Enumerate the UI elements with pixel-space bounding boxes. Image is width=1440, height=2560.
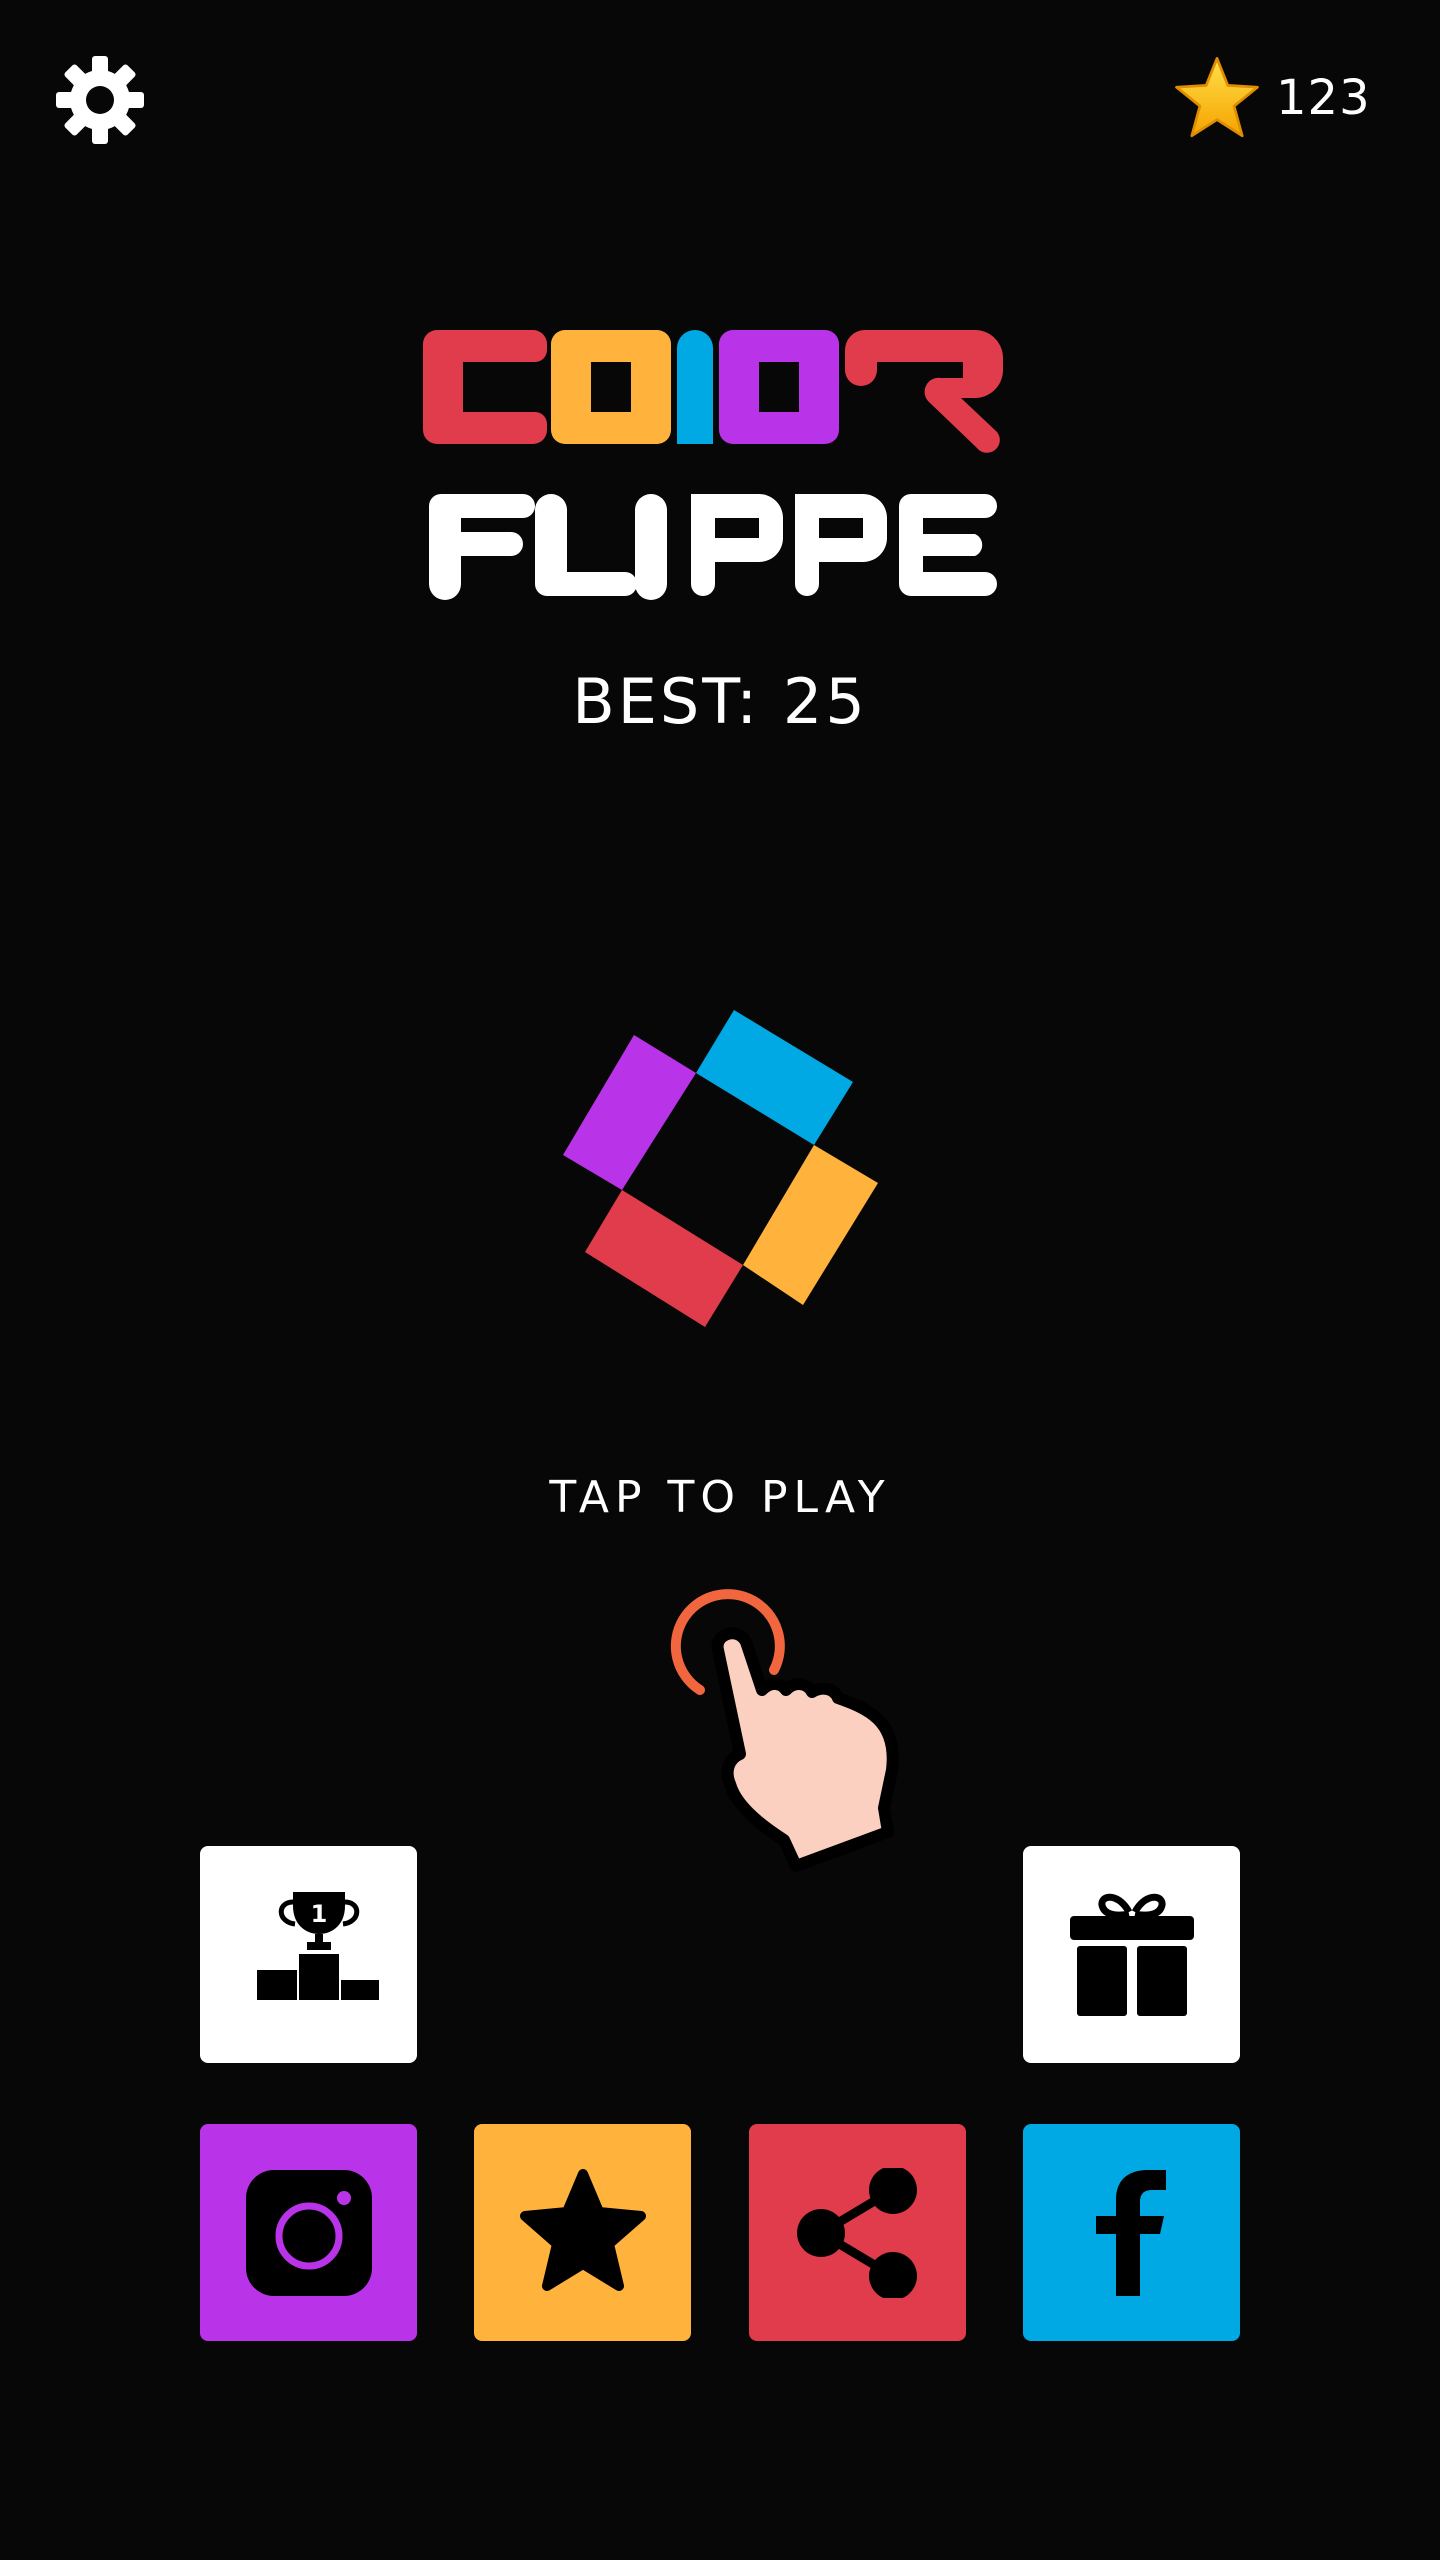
tap-to-play-label[interactable]: TAP TO PLAY [0, 1472, 1440, 1523]
instagram-icon [245, 2169, 372, 2296]
gift-button[interactable] [1023, 1846, 1240, 2063]
star-icon [1175, 57, 1259, 138]
star-counter: 123 [1172, 50, 1371, 146]
share-button[interactable] [749, 2124, 966, 2341]
best-score: BEST: 25 [572, 665, 868, 738]
logo-letter-o2 [719, 330, 839, 444]
rate-button[interactable] [474, 2124, 691, 2341]
logo-letter-l [677, 330, 713, 444]
tap-hand-icon [655, 1580, 905, 1880]
share-icon [796, 2167, 917, 2298]
podium-trophy-icon: 1 [256, 1891, 379, 2000]
logo-letter-c [423, 330, 547, 444]
leaderboard-button[interactable]: 1 [200, 1846, 417, 2063]
color-square[interactable] [520, 990, 920, 1360]
trophy-rank: 1 [310, 1900, 327, 1928]
square-segment-right [743, 1145, 878, 1305]
star-icon [519, 2168, 646, 2291]
settings-button[interactable] [52, 52, 148, 148]
logo-letter-r1 [845, 330, 1003, 453]
instagram-button[interactable] [200, 2124, 417, 2341]
gear-icon [56, 56, 144, 144]
square-segment-bottom [585, 1190, 743, 1327]
facebook-button[interactable] [1023, 2124, 1240, 2341]
square-segment-top [696, 1010, 853, 1145]
square-segment-left [563, 1035, 696, 1190]
star-count: 123 [1276, 70, 1371, 126]
logo-word-flipper [429, 494, 997, 600]
game-logo [415, 322, 1025, 612]
logo-letter-o1 [551, 330, 671, 444]
gift-icon [1069, 1893, 1194, 2016]
facebook-icon [1095, 2169, 1166, 2296]
logo-word-color [423, 330, 1003, 453]
